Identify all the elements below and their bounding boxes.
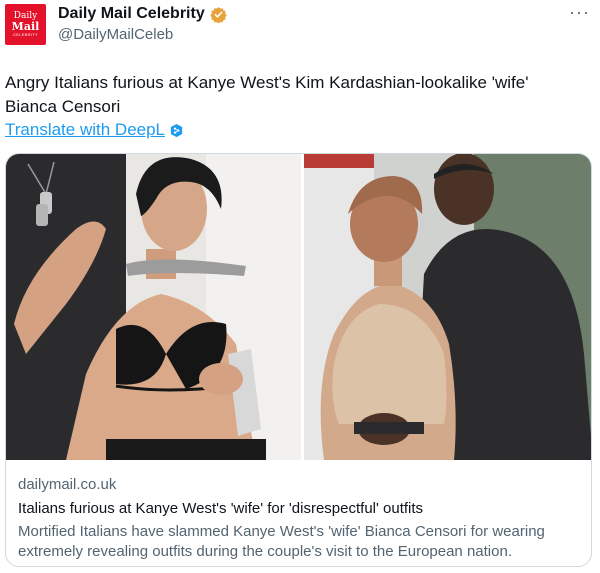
photo-right-illustration: [304, 154, 591, 460]
card-photo-left[interactable]: [6, 154, 301, 460]
avatar-line-2: Mail: [11, 19, 40, 33]
card-media[interactable]: [6, 154, 591, 460]
link-preview-card[interactable]: dailymail.co.uk Italians furious at Kany…: [5, 153, 592, 567]
card-photo-right[interactable]: [304, 154, 591, 460]
card-description: Mortified Italians have slammed Kanye We…: [18, 523, 545, 560]
translate-row: Translate with DeepL: [5, 120, 184, 140]
avatar[interactable]: Daily Mail CELEBRITY: [5, 4, 46, 45]
display-name[interactable]: Daily Mail Celebrity: [58, 5, 205, 23]
photo-left-illustration: [6, 154, 301, 460]
author-name-row: Daily Mail Celebrity: [58, 5, 227, 23]
card-domain: dailymail.co.uk: [18, 476, 117, 493]
card-title[interactable]: Italians furious at Kanye West's 'wife' …: [18, 500, 423, 517]
more-horizontal-icon[interactable]: ···: [569, 2, 590, 23]
deepl-icon[interactable]: [169, 123, 184, 138]
tweet: Daily Mail CELEBRITY Daily Mail Celebrit…: [0, 0, 600, 573]
handle[interactable]: @DailyMailCeleb: [58, 26, 173, 43]
tweet-text: Angry Italians furious at Kanye West's K…: [5, 73, 529, 116]
verified-badge-icon[interactable]: [210, 6, 227, 23]
translate-link[interactable]: Translate with DeepL: [5, 120, 165, 140]
avatar-line-3: CELEBRITY: [13, 31, 38, 37]
